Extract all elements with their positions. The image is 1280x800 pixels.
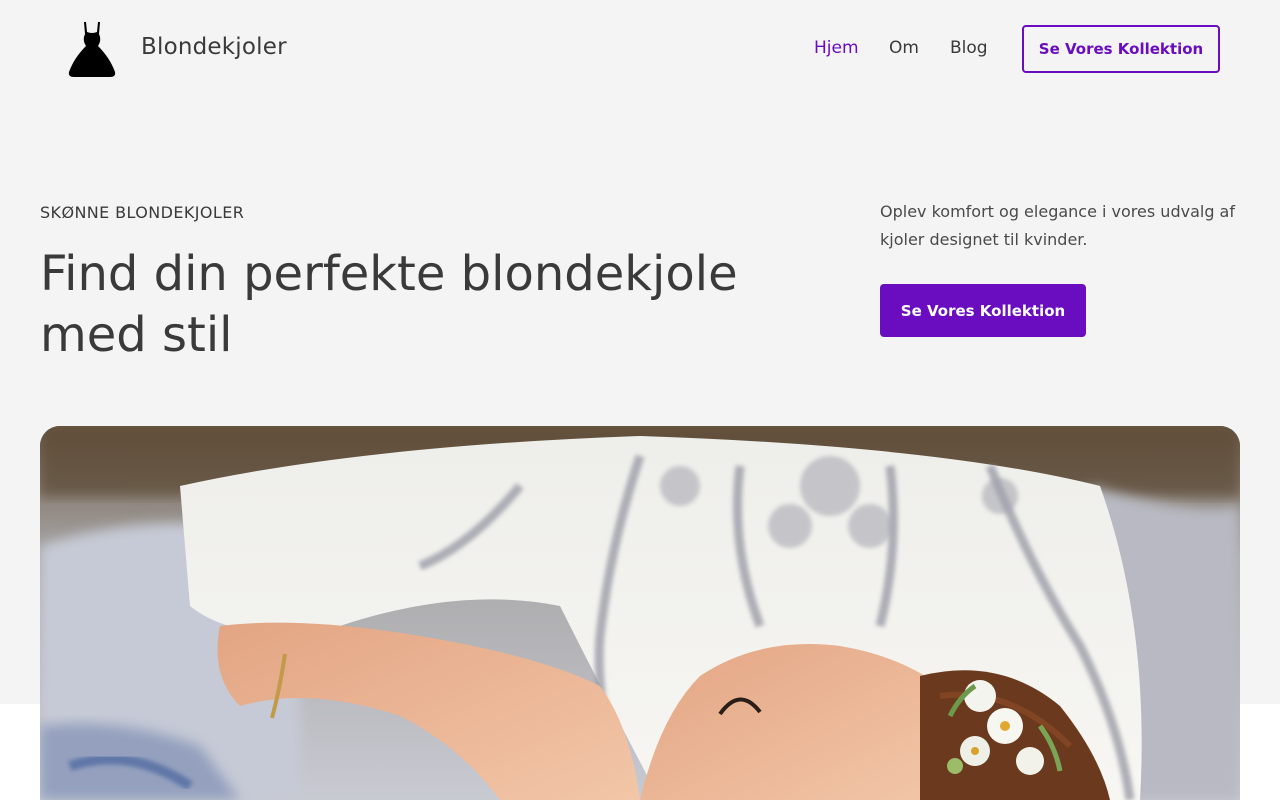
hero-eyebrow: SKØNNE BLONDEKJOLER <box>40 203 245 222</box>
dress-icon[interactable] <box>66 20 118 78</box>
nav-link-om[interactable]: Om <box>889 38 919 58</box>
hero-collection-button[interactable]: Se Vores Kollektion <box>880 284 1086 337</box>
nav-link-blog[interactable]: Blog <box>950 38 988 58</box>
header-collection-button[interactable]: Se Vores Kollektion <box>1022 25 1220 73</box>
hero-photo <box>40 426 1240 800</box>
site-header: Blondekjoler Hjem Om Blog Se Vores Kolle… <box>0 0 1280 98</box>
hero-photo-illustration <box>40 426 1240 800</box>
nav-link-hjem[interactable]: Hjem <box>814 38 859 58</box>
hero-description: Oplev komfort og elegance i vores udvalg… <box>880 202 1235 249</box>
brand-name[interactable]: Blondekjoler <box>141 34 287 60</box>
hero-title: Find din perfekte blondekjole med stil <box>40 246 738 363</box>
